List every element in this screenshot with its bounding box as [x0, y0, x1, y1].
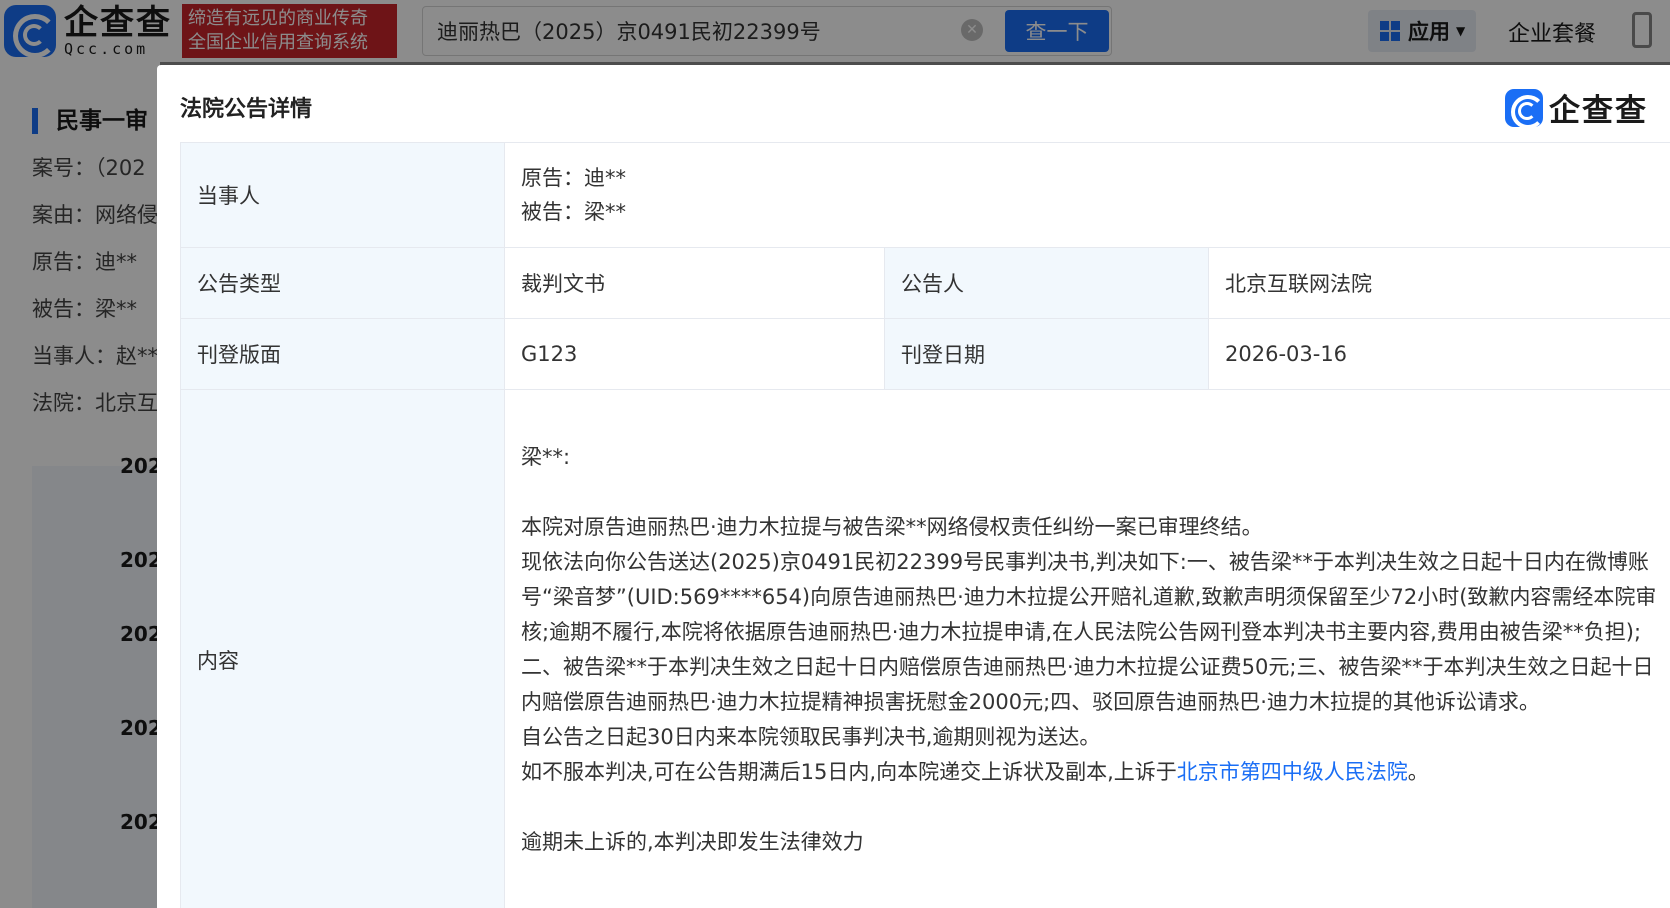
brand-text: 企查查: [1549, 93, 1648, 129]
appeal-text-end: 。: [1407, 760, 1429, 784]
content-value: 梁**: 本院对原告迪丽热巴·迪力木拉提与被告梁**网络侵权责任纠纷一案已审理终…: [504, 389, 1670, 908]
qcc-brand-icon: [1505, 88, 1545, 129]
date-label: 刊登日期: [884, 318, 1209, 390]
notice-type-value: 裁判文书: [504, 247, 885, 319]
appeal-paragraph: 如不服本判决,可在公告期满后15日内,向本院递交上诉状及副本,上诉于北京市第四中…: [521, 755, 1660, 790]
brand-logo: 企查查: [1505, 85, 1648, 130]
court-notice-dialog: 法院公告详情 企查查 当事人 原告：迪** 被告：梁** 公告类型 裁判文书 公…: [157, 65, 1670, 908]
dialog-title: 法院公告详情: [180, 97, 313, 122]
appeal-text: 如不服本判决,可在公告期满后15日内,向本院递交上诉状及副本,上诉于: [521, 760, 1177, 784]
notice-detail-table: 当事人 原告：迪** 被告：梁** 公告类型 裁判文书 公告人 北京互联网法院 …: [180, 142, 1670, 908]
table-row: 公告类型 裁判文书 公告人 北京互联网法院: [180, 247, 1670, 319]
content-label: 内容: [180, 389, 505, 908]
table-row: 刊登版面 G123 刊登日期 2026-03-16: [180, 318, 1670, 390]
content-paragraph: 现依法向你公告送达(2025)京0491民初22399号民事判决书,判决如下:一…: [521, 550, 1657, 714]
notice-type-label: 公告类型: [180, 247, 505, 319]
appeal-court-link[interactable]: 北京市第四中级人民法院: [1177, 760, 1408, 784]
salutation-text: 梁**:: [521, 445, 571, 469]
page-label: 刊登版面: [180, 318, 505, 390]
date-value: 2026-03-16: [1208, 318, 1670, 390]
announcer-value: 北京互联网法院: [1208, 247, 1670, 319]
page-value: G123: [504, 318, 885, 390]
announcer-label: 公告人: [884, 247, 1209, 319]
content-paragraph: 自公告之日起30日内来本院领取民事判决书,逾期则视为送达。: [521, 725, 1101, 749]
table-row: 内容 梁**: 本院对原告迪丽热巴·迪力木拉提与被告梁**网络侵权责任纠纷一案已…: [180, 389, 1670, 908]
plaintiff-text: 原告：迪**: [521, 166, 626, 190]
table-row: 当事人 原告：迪** 被告：梁**: [180, 142, 1670, 248]
content-paragraph: 本院对原告迪丽热巴·迪力木拉提与被告梁**网络侵权责任纠纷一案已审理终结。: [521, 515, 1263, 539]
party-value: 原告：迪** 被告：梁**: [504, 142, 1670, 248]
party-label: 当事人: [180, 142, 505, 248]
content-paragraph: 逾期未上诉的,本判决即发生法律效力: [521, 830, 864, 854]
defendant-text: 被告：梁**: [521, 200, 626, 224]
